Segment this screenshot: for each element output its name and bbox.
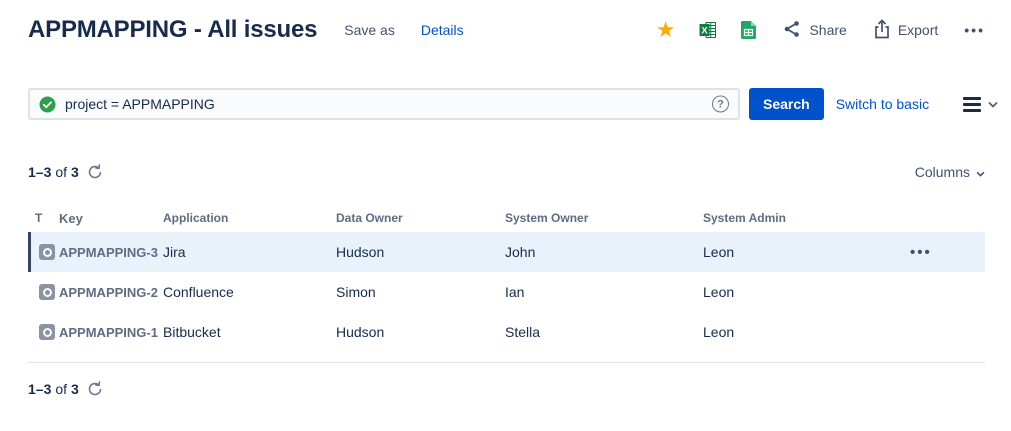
pagination-range: 1–3 — [28, 164, 51, 180]
issue-type-icon — [39, 284, 55, 300]
page-header: APPMAPPING - All issues Save as Details … — [28, 0, 985, 60]
more-options-icon[interactable]: ••• — [964, 22, 985, 38]
issue-type-icon — [39, 244, 55, 260]
application-cell: Confluence — [163, 284, 336, 300]
favorite-star-icon[interactable]: ★ — [656, 19, 676, 41]
list-view-icon — [963, 97, 981, 112]
export-button[interactable]: Export — [873, 19, 938, 42]
row-actions-menu-icon[interactable]: ••• — [910, 244, 932, 261]
share-icon — [782, 19, 802, 42]
google-sheets-export-icon[interactable] — [741, 21, 756, 39]
search-button[interactable]: Search — [749, 88, 824, 120]
details-link[interactable]: Details — [421, 22, 464, 38]
share-button[interactable]: Share — [782, 19, 846, 42]
share-label: Share — [809, 22, 846, 38]
excel-export-icon[interactable]: X — [699, 21, 717, 39]
table-row[interactable]: APPMAPPING-2 Confluence Simon Ian Leon — [28, 272, 985, 312]
table-row[interactable]: APPMAPPING-3 Jira Hudson John Leon ••• — [28, 232, 985, 272]
application-cell: Bitbucket — [163, 324, 336, 340]
row-actions-cell: ••• — [888, 244, 985, 261]
export-icon — [873, 19, 891, 42]
data-owner-cell: Hudson — [336, 244, 505, 260]
issue-key-link[interactable]: APPMAPPING-2 — [55, 285, 163, 300]
issues-table: T Key Application Data Owner System Owne… — [28, 204, 985, 352]
results-footer: 1–3 of 3 — [28, 381, 985, 397]
table-bottom-divider — [28, 362, 985, 363]
jql-valid-check-icon — [39, 96, 56, 113]
chevron-down-icon — [976, 164, 985, 180]
column-header-key[interactable]: Key — [55, 211, 163, 226]
system-owner-cell: Stella — [505, 324, 703, 340]
system-admin-cell: Leon — [703, 324, 888, 340]
pagination-total: 3 — [71, 164, 79, 180]
column-header-system-owner[interactable]: System Owner — [505, 211, 703, 225]
list-view-selector[interactable] — [963, 95, 998, 113]
chevron-down-icon — [988, 95, 998, 113]
column-header-system-admin[interactable]: System Admin — [703, 211, 888, 225]
table-row[interactable]: APPMAPPING-1 Bitbucket Hudson Stella Leo… — [28, 312, 985, 352]
issue-type-cell — [28, 244, 55, 260]
column-header-type[interactable]: T — [28, 211, 55, 225]
pagination-bottom: 1–3 of 3 — [28, 381, 103, 397]
system-owner-cell: John — [505, 244, 703, 260]
refresh-icon[interactable] — [87, 164, 103, 180]
table-header-row: T Key Application Data Owner System Owne… — [28, 204, 985, 232]
system-owner-cell: Ian — [505, 284, 703, 300]
save-as-button[interactable]: Save as — [344, 22, 395, 38]
issue-type-cell — [28, 324, 55, 340]
issue-key-link[interactable]: APPMAPPING-3 — [55, 245, 163, 260]
system-admin-cell: Leon — [703, 284, 888, 300]
pagination-total: 3 — [71, 381, 79, 397]
data-owner-cell: Hudson — [336, 324, 505, 340]
pagination-range: 1–3 — [28, 381, 51, 397]
pagination-of: of — [55, 164, 67, 180]
page-title: APPMAPPING - All issues — [28, 16, 317, 44]
switch-to-basic-link[interactable]: Switch to basic — [836, 96, 929, 112]
header-actions: ★ X — [656, 19, 985, 42]
column-header-data-owner[interactable]: Data Owner — [336, 211, 505, 225]
issue-type-icon — [39, 324, 55, 340]
columns-label: Columns — [915, 164, 970, 180]
jql-search-input[interactable] — [65, 96, 704, 112]
columns-dropdown[interactable]: Columns — [915, 164, 985, 180]
pagination-of: of — [55, 381, 67, 397]
data-owner-cell: Simon — [336, 284, 505, 300]
syntax-help-icon[interactable]: ? — [712, 96, 729, 113]
issue-navigator-page: APPMAPPING - All issues Save as Details … — [0, 0, 1011, 397]
results-toolbar: 1–3 of 3 Columns — [28, 164, 985, 180]
column-header-application[interactable]: Application — [163, 211, 336, 225]
refresh-icon[interactable] — [87, 381, 103, 397]
svg-text:X: X — [702, 25, 709, 36]
issue-type-cell — [28, 284, 55, 300]
jql-search-field: ? — [28, 88, 740, 120]
export-label: Export — [898, 22, 938, 38]
search-row: ? Search Switch to basic — [28, 88, 985, 120]
pagination-top: 1–3 of 3 — [28, 164, 103, 180]
application-cell: Jira — [163, 244, 336, 260]
issue-key-link[interactable]: APPMAPPING-1 — [55, 325, 163, 340]
system-admin-cell: Leon — [703, 244, 888, 260]
